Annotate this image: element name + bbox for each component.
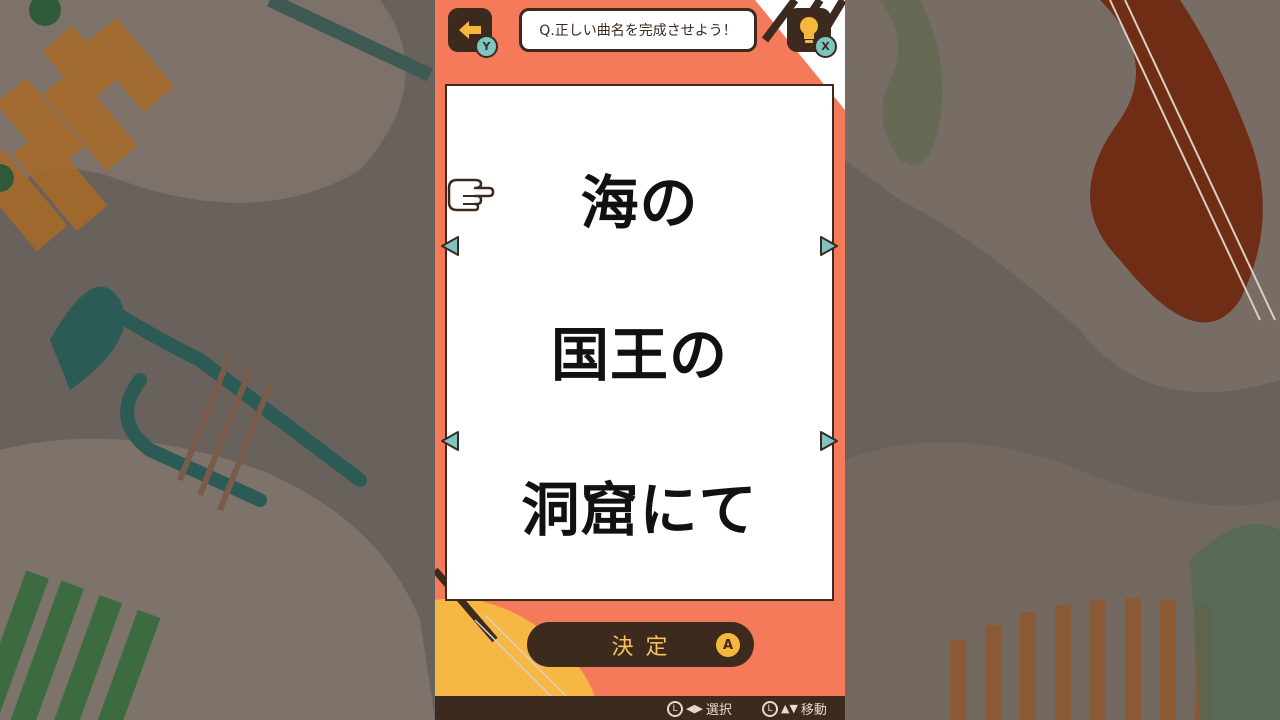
game-screen: Y Q.正しい曲名を完成させよう！ X 海の 国王の 洞窟にて 決定 A L ◀… bbox=[435, 0, 845, 720]
question-text: Q.正しい曲名を完成させよう！ bbox=[539, 23, 737, 39]
a-key-badge: A bbox=[716, 633, 740, 657]
x-key-badge: X bbox=[814, 35, 837, 58]
title-line-3[interactable]: 洞窟にて bbox=[447, 463, 832, 547]
left-right-arrows-icon: ◀▶ bbox=[686, 702, 703, 715]
song-title-card: 海の 国王の 洞窟にて bbox=[445, 84, 834, 601]
line-1-left-arrow-icon[interactable] bbox=[440, 235, 460, 257]
title-line-1[interactable]: 海の bbox=[447, 156, 832, 240]
up-down-arrows-icon: ▲▼ bbox=[781, 702, 798, 715]
controls-footer: L ◀▶ 選択 L ▲▼ 移動 bbox=[435, 696, 845, 720]
confirm-button[interactable]: 決定 A bbox=[527, 622, 754, 667]
line-2-left-arrow-icon[interactable] bbox=[440, 430, 460, 452]
select-label: 選択 bbox=[705, 703, 732, 718]
l-stick-icon: L bbox=[667, 700, 683, 717]
move-hint: L ▲▼ 移動 bbox=[762, 699, 827, 718]
back-button[interactable]: Y bbox=[448, 8, 498, 58]
move-label: 移動 bbox=[800, 703, 827, 718]
question-box: Q.正しい曲名を完成させよう！ bbox=[519, 8, 757, 52]
confirm-label: 決定 bbox=[611, 634, 680, 660]
line-2-right-arrow-icon[interactable] bbox=[819, 430, 839, 452]
select-hint: L ◀▶ 選択 bbox=[667, 699, 732, 718]
title-line-2[interactable]: 国王の bbox=[447, 308, 832, 392]
y-key-badge: Y bbox=[475, 35, 498, 58]
line-1-right-arrow-icon[interactable] bbox=[819, 235, 839, 257]
pointing-hand-icon bbox=[447, 178, 495, 212]
l-stick-icon: L bbox=[762, 700, 778, 717]
hint-button[interactable]: X bbox=[787, 8, 837, 58]
